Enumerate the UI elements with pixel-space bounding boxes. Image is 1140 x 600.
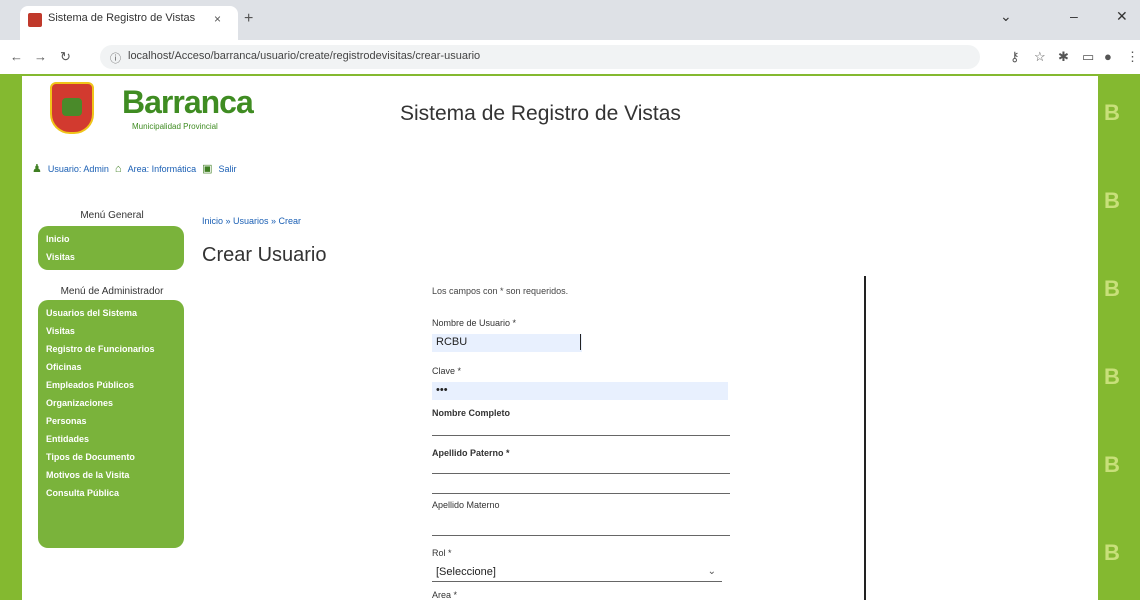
lastname1-field[interactable] — [432, 456, 730, 474]
admin-item-empleados[interactable]: Empleados Públicos — [46, 376, 176, 394]
chevron-down-icon: ⌄ — [707, 566, 716, 577]
password-field[interactable]: ••• — [432, 382, 728, 400]
reload-icon[interactable]: ↻ — [60, 49, 71, 65]
role-label: Rol * — [432, 548, 452, 558]
password-label: Clave * — [432, 366, 462, 376]
user-bar: ♟ Usuario: Admin ⌂ Area: Informática ▣ S… — [32, 162, 237, 176]
browser-titlebar: Sistema de Registro de Vistas × + ⌄ – ✕ — [0, 0, 1140, 40]
admin-item-motivos[interactable]: Motivos de la Visita — [46, 466, 176, 484]
admin-item-funcionarios[interactable]: Registro de Funcionarios — [46, 340, 176, 358]
exit-icon: ▣ — [202, 163, 213, 175]
lastname2-field[interactable] — [432, 518, 730, 536]
url-text: localhost/Acceso/barranca/usuario/create… — [128, 50, 481, 62]
home-icon: ⌂ — [114, 162, 122, 175]
minimize-icon[interactable]: ⌄ — [1000, 8, 1012, 25]
lastname1-underline — [432, 476, 730, 494]
tab-title: Sistema de Registro de Vistas — [48, 12, 196, 24]
text-cursor — [580, 334, 581, 350]
role-select[interactable]: [Seleccione] ⌄ — [432, 564, 722, 582]
key-icon[interactable]: ⚷ — [1010, 49, 1020, 65]
admin-item-personas[interactable]: Personas — [46, 412, 176, 430]
required-note: Los campos con * son requeridos. — [432, 286, 569, 296]
close-window-icon[interactable]: ✕ — [1116, 8, 1128, 25]
extensions-icon[interactable]: ✱ — [1058, 49, 1069, 65]
star-icon[interactable]: ☆ — [1034, 49, 1046, 65]
background-logo-icon: B — [1104, 540, 1120, 565]
exit-link[interactable]: Salir — [219, 164, 237, 174]
user-icon: ♟ — [32, 163, 42, 175]
user-name: Usuario: Admin — [47, 163, 109, 174]
browser-toolbar: ← → ↻ ⓘ localhost/Acceso/barranca/usuari… — [0, 40, 1140, 75]
address-bar[interactable]: ⓘ localhost/Acceso/barranca/usuario/crea… — [100, 45, 980, 69]
background-logo-icon: B — [1104, 452, 1120, 477]
background-logo-icon: B — [1104, 100, 1120, 125]
menu-item-visitas[interactable]: Visitas — [46, 248, 176, 266]
background-logo-icon: B — [1104, 188, 1120, 213]
maximize-icon[interactable]: – — [1070, 8, 1078, 24]
admin-menu: Usuarios del Sistema Visitas Registro de… — [38, 300, 184, 548]
favicon-icon — [28, 13, 42, 27]
info-icon[interactable]: ⓘ — [110, 50, 121, 66]
admin-item-oficinas[interactable]: Oficinas — [46, 358, 176, 376]
page-container: Barranca Municipalidad Provincial Sistem… — [22, 76, 1098, 600]
admin-item-visitas[interactable]: Visitas — [46, 322, 176, 340]
new-tab-button[interactable]: + — [244, 10, 253, 28]
tab-close-icon[interactable]: × — [214, 12, 221, 26]
sidepanel-icon[interactable]: ▭ — [1082, 49, 1094, 65]
role-selected-value: [Seleccione] — [436, 566, 496, 578]
admin-item-organizaciones[interactable]: Organizaciones — [46, 394, 176, 412]
lastname2-label: Apellido Materno — [432, 500, 500, 510]
background-logo-icon: B — [1104, 276, 1120, 301]
background-logo-icon: B — [1104, 364, 1120, 389]
admin-menu-title: Menú de Administrador — [60, 286, 164, 297]
profile-icon[interactable]: ● — [1104, 49, 1112, 64]
vertical-divider — [864, 276, 866, 600]
system-title: Sistema de Registro de Vistas — [400, 102, 681, 125]
username-label: Nombre de Usuario * — [432, 318, 517, 328]
logo-subtitle: Municipalidad Provincial — [132, 122, 218, 131]
general-menu-title: Menú General — [80, 210, 144, 221]
municipal-shield-icon — [50, 82, 94, 134]
username-field[interactable]: RCBU — [432, 334, 582, 352]
menu-item-inicio[interactable]: Inicio — [46, 230, 176, 248]
admin-item-usuarios[interactable]: Usuarios del Sistema — [46, 304, 176, 322]
area-label: Area * — [432, 590, 458, 600]
general-menu: Inicio Visitas — [38, 226, 184, 270]
forward-icon[interactable]: → — [34, 49, 47, 64]
logo-text: Barranca — [122, 84, 254, 120]
menu-icon[interactable]: ⋮ — [1126, 49, 1139, 65]
fullname-field[interactable] — [432, 418, 730, 436]
fullname-label: Nombre Completo — [432, 408, 511, 418]
admin-item-entidades[interactable]: Entidades — [46, 430, 176, 448]
admin-item-consulta[interactable]: Consulta Pública — [46, 484, 176, 502]
admin-item-tipos-documento[interactable]: Tipos de Documento — [46, 448, 176, 466]
user-area: Area: Informática — [127, 163, 197, 174]
breadcrumb[interactable]: Inicio » Usuarios » Crear — [202, 216, 301, 226]
page-title: Crear Usuario — [202, 244, 327, 266]
back-icon[interactable]: ← — [10, 49, 23, 64]
browser-tab[interactable]: Sistema de Registro de Vistas × — [20, 6, 238, 40]
